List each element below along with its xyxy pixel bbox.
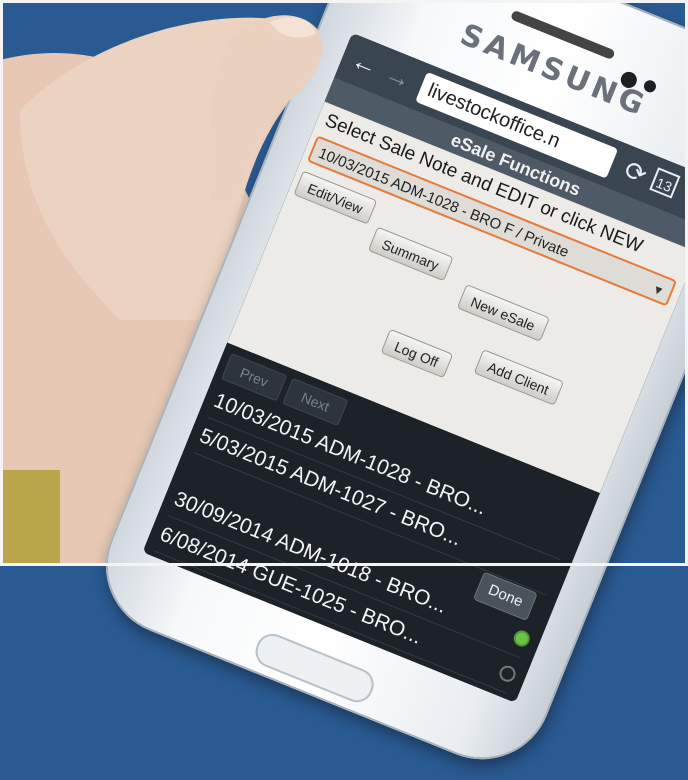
sleeve	[0, 470, 60, 566]
bookmark-icon[interactable]: ★	[678, 177, 688, 213]
home-button[interactable]	[250, 629, 379, 708]
add-client-button[interactable]: Add Client	[473, 349, 564, 406]
log-off-button[interactable]: Log Off	[380, 328, 454, 379]
summary-button[interactable]: Summary	[367, 226, 454, 282]
chevron-down-icon: ▼	[650, 281, 667, 299]
new-esale-button[interactable]: New eSale	[456, 283, 550, 342]
